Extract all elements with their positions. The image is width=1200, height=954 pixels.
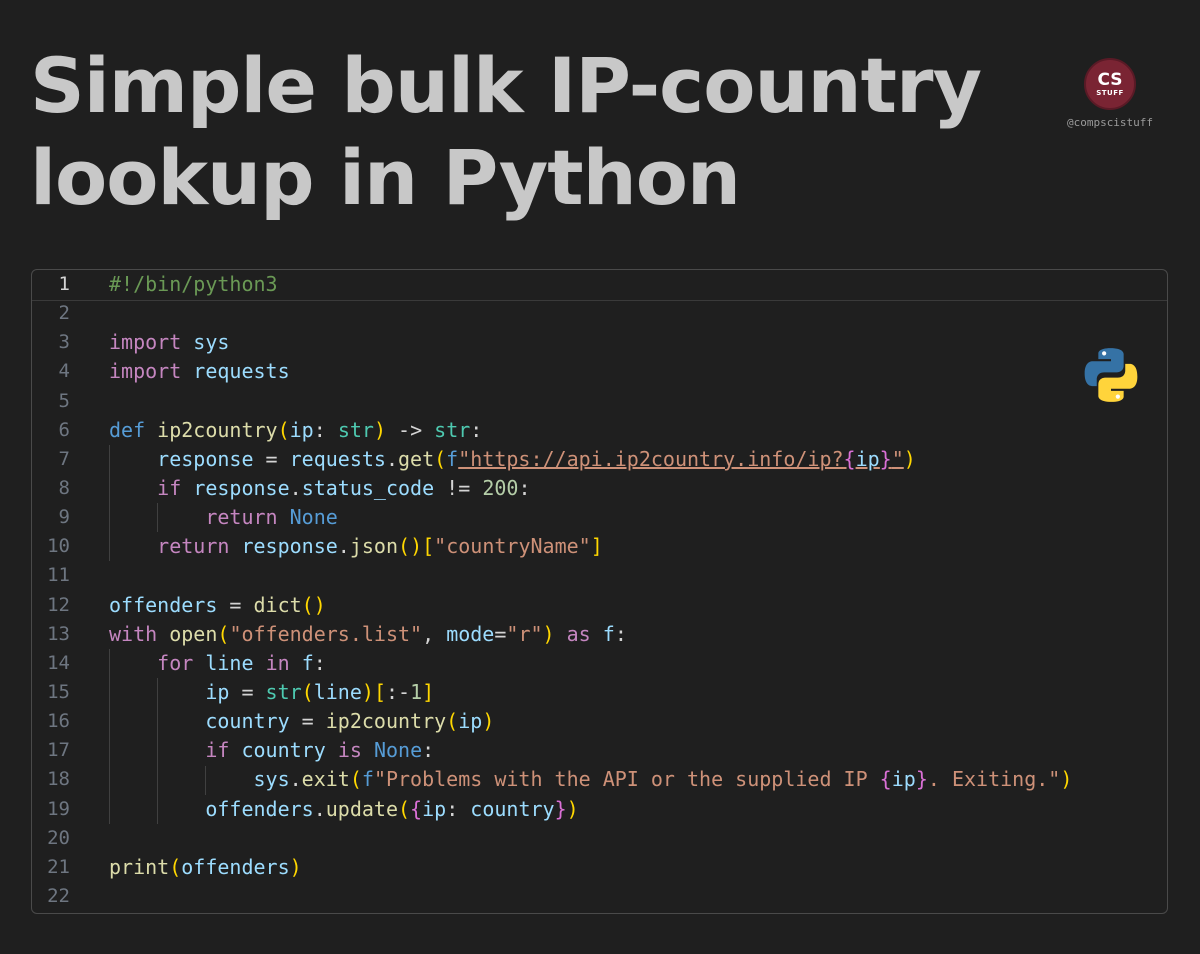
line-number: 1 bbox=[58, 273, 70, 295]
python-logo-icon bbox=[1084, 348, 1138, 402]
line-number: 18 bbox=[47, 768, 70, 791]
code-line[interactable]: response = requests.get(f"https://api.ip… bbox=[109, 445, 1167, 474]
code-line[interactable]: import requests bbox=[109, 357, 1167, 386]
code-line[interactable]: def ip2country(ip: str) -> str: bbox=[109, 416, 1167, 445]
code-line[interactable] bbox=[109, 882, 1167, 911]
line-number: 3 bbox=[58, 331, 70, 354]
line-number: 8 bbox=[58, 476, 70, 499]
code-line[interactable] bbox=[109, 824, 1167, 853]
code-editor[interactable]: 1 2 3 4 5 6 7 8 9 10 11 12 13 14 15 16 17 18 19 20 21 22 #!/b… bbox=[31, 269, 1168, 914]
logo-text: CS bbox=[1097, 69, 1123, 90]
line-number: 17 bbox=[47, 739, 70, 762]
line-number: 6 bbox=[58, 418, 70, 441]
code-line[interactable]: country = ip2country(ip) bbox=[109, 707, 1167, 736]
title-line-1: Simple bulk IP-country bbox=[30, 41, 982, 130]
code-line[interactable]: return None bbox=[109, 503, 1167, 532]
code-line[interactable]: ip = str(line)[:-1] bbox=[109, 678, 1167, 707]
code-line[interactable] bbox=[109, 387, 1167, 416]
line-number: 21 bbox=[47, 855, 70, 878]
line-number: 15 bbox=[47, 680, 70, 703]
code-line[interactable] bbox=[109, 561, 1167, 590]
code-line[interactable]: sys.exit(f"Problems with the API or the … bbox=[109, 765, 1167, 794]
brand-badge: CS STUFF @compscistuff bbox=[1060, 58, 1160, 129]
logo-subtext: STUFF bbox=[1096, 88, 1124, 97]
line-number: 4 bbox=[58, 360, 70, 383]
indent-guide bbox=[109, 648, 110, 824]
page-title: Simple bulk IP-country lookup in Python bbox=[30, 40, 1040, 224]
line-number-gutter: 1 2 3 4 5 6 7 8 9 10 11 12 13 14 15 16 17 18 19 20 21 22 bbox=[32, 270, 92, 911]
title-line-2: lookup in Python bbox=[30, 133, 741, 222]
code-line[interactable] bbox=[109, 299, 1167, 328]
indent-guide bbox=[157, 503, 159, 533]
line-number: 14 bbox=[47, 651, 70, 674]
cs-stuff-logo: CS STUFF bbox=[1084, 58, 1136, 110]
line-number: 16 bbox=[47, 710, 70, 733]
line-number: 5 bbox=[58, 389, 70, 412]
code-line[interactable]: return response.json()["countryName"] bbox=[109, 532, 1167, 561]
line-number: 10 bbox=[47, 535, 70, 558]
line-number: 2 bbox=[58, 302, 70, 325]
line-number: 12 bbox=[47, 593, 70, 616]
code-line[interactable]: print(offenders) bbox=[109, 853, 1167, 882]
code-line[interactable]: if response.status_code != 200: bbox=[109, 474, 1167, 503]
code-line[interactable]: with open("offenders.list", mode="r") as… bbox=[109, 620, 1167, 649]
line-number: 20 bbox=[47, 826, 70, 849]
line-number: 22 bbox=[47, 884, 70, 907]
code-line[interactable]: offenders = dict() bbox=[109, 591, 1167, 620]
line-number: 11 bbox=[47, 564, 70, 587]
code-area[interactable]: #!/bin/python3 import sys import requests d… bbox=[109, 270, 1167, 911]
indent-guide bbox=[109, 444, 110, 562]
code-line[interactable]: if country is None: bbox=[109, 736, 1167, 765]
code-line[interactable]: offenders.update({ip: country}) bbox=[109, 795, 1167, 824]
indent-guide bbox=[205, 765, 207, 795]
line-number: 19 bbox=[47, 797, 70, 820]
code-line[interactable]: import sys bbox=[109, 328, 1167, 357]
code-line[interactable]: for line in f: bbox=[109, 649, 1167, 678]
code-line[interactable]: #!/bin/python3 bbox=[109, 270, 1167, 299]
line-number: 13 bbox=[47, 622, 70, 645]
line-number: 9 bbox=[58, 506, 70, 529]
brand-handle: @compscistuff bbox=[1066, 116, 1154, 129]
line-number: 7 bbox=[58, 447, 70, 470]
indent-guide bbox=[157, 678, 159, 824]
